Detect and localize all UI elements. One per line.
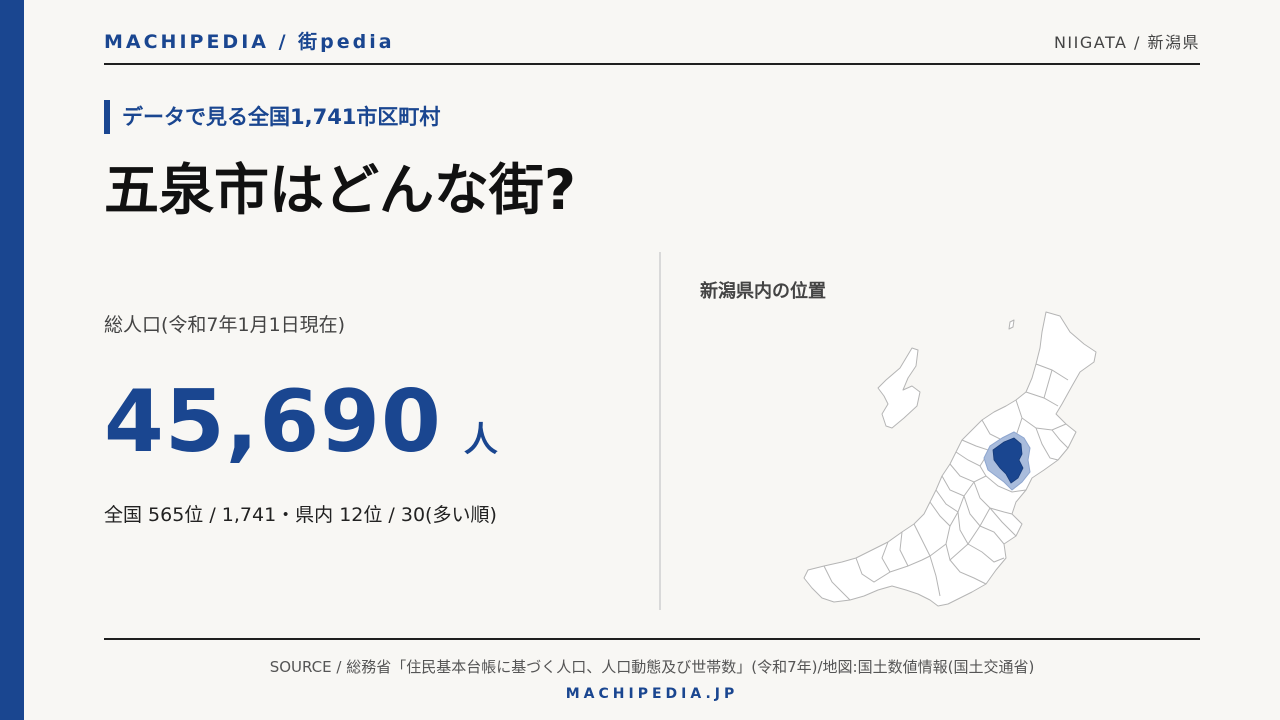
column-divider — [659, 252, 661, 610]
population-figure: 45,690 人 — [104, 372, 498, 472]
section-kicker: データで見る全国1,741市区町村 — [104, 100, 440, 134]
population-ranking: 全国 565位 / 1,741・県内 12位 / 30(多い順) — [104, 504, 497, 526]
header-divider — [104, 63, 1200, 65]
prefecture-map — [790, 300, 1110, 616]
side-accent-bar — [0, 0, 24, 720]
map-island-awashima — [1008, 319, 1015, 330]
page-title: 五泉市はどんな街? — [104, 158, 576, 222]
prefecture-map-svg — [803, 311, 1097, 607]
brand-logo[interactable]: MACHIPEDIA / 街pedia — [104, 27, 395, 54]
region-label: NIIGATA / 新潟県 — [1053, 33, 1200, 52]
source-credit: SOURCE / 総務省「住民基本台帳に基づく人口、人口動態及び世帯数」(令和7… — [269, 658, 1035, 676]
population-label: 総人口(令和7年1月1日現在) — [104, 314, 346, 336]
footer-divider — [104, 638, 1200, 640]
site-link[interactable]: MACHIPEDIA.JP — [104, 686, 1200, 702]
map-island-sado — [877, 347, 921, 429]
population-value: 45,690 — [104, 372, 442, 472]
population-unit: 人 — [463, 420, 498, 460]
